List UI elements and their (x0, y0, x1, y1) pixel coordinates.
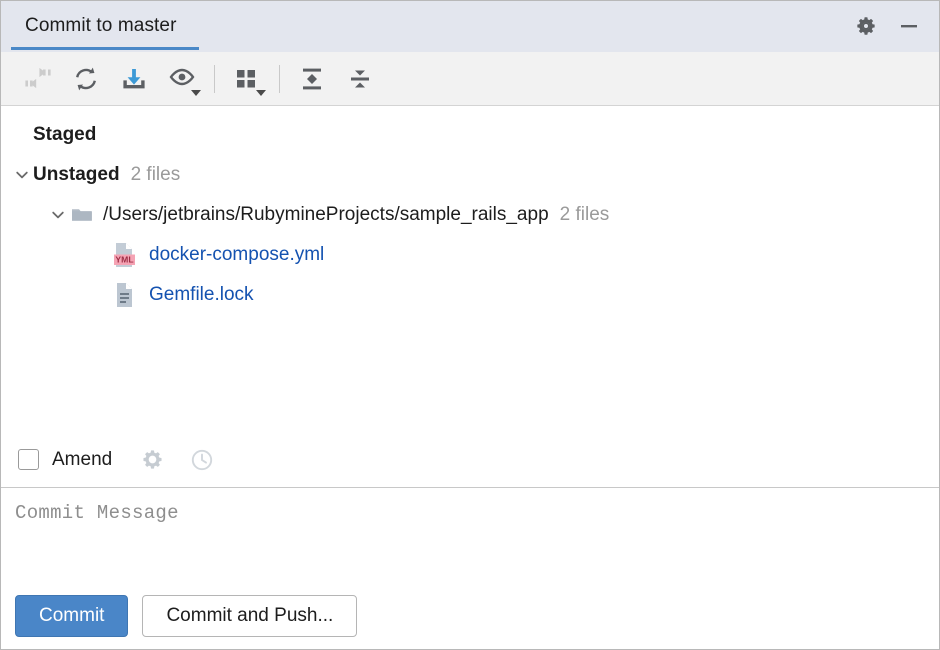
collapse-arrows-icon[interactable] (14, 59, 62, 99)
title-bar-actions (855, 1, 939, 50)
svg-text:YML: YML (115, 255, 133, 265)
changes-tree[interactable]: Staged Unstaged 2 files /Users/jetbrains… (1, 106, 939, 431)
tree-node-file-label[interactable]: docker-compose.yml (149, 244, 324, 266)
tree-node-folder-count: 2 files (559, 204, 610, 225)
tree-node-staged[interactable]: Staged (1, 115, 939, 155)
chevron-down-icon[interactable] (47, 204, 69, 226)
title-bar: Commit to master (1, 1, 939, 52)
commit-message-input[interactable]: Commit Message (15, 502, 923, 524)
chevron-down-icon[interactable] (11, 164, 33, 186)
folder-icon (71, 204, 95, 226)
eye-icon[interactable] (158, 59, 206, 99)
yml-file-icon: YML (113, 241, 139, 269)
commit-and-push-button[interactable]: Commit and Push... (142, 595, 358, 637)
amend-actions (141, 448, 214, 472)
chevron-down-icon (191, 89, 201, 96)
tree-node-folder-path: /Users/jetbrains/RubymineProjects/sample… (103, 204, 549, 225)
text-file-icon (113, 281, 139, 309)
tree-node-file-label[interactable]: Gemfile.lock (149, 284, 254, 306)
tree-node-unstaged-count: 2 files (130, 164, 181, 185)
clock-icon[interactable] (190, 448, 214, 472)
gear-icon[interactable] (855, 15, 877, 37)
toolbar-separator (279, 64, 280, 93)
gear-icon[interactable] (141, 448, 164, 471)
amend-checkbox[interactable] (18, 449, 39, 470)
tree-node-file[interactable]: Gemfile.lock (1, 275, 939, 315)
tree-node-folder[interactable]: /Users/jetbrains/RubymineProjects/sample… (1, 195, 939, 235)
tree-node-staged-label: Staged (33, 124, 97, 145)
button-row: Commit Commit and Push... (15, 595, 923, 649)
tree-node-file[interactable]: YML docker-compose.yml (1, 235, 939, 275)
commit-message-pane: Commit Message Commit Commit and Push... (1, 487, 939, 649)
commit-button[interactable]: Commit (15, 595, 129, 637)
minimize-icon[interactable] (898, 15, 920, 37)
tab-label: Commit to master (25, 14, 177, 36)
amend-label[interactable]: Amend (52, 449, 112, 471)
tree-node-unstaged-label: Unstaged (33, 164, 120, 185)
amend-bar: Amend (1, 431, 939, 487)
tree-node-unstaged[interactable]: Unstaged 2 files (1, 155, 939, 195)
toolbar-separator (214, 64, 215, 93)
expand-all-icon[interactable] (288, 59, 336, 99)
tab-commit-to-master[interactable]: Commit to master (1, 1, 199, 50)
refresh-icon[interactable] (62, 59, 110, 99)
commit-tool-window: Commit to master Staged Unstaged 2 files… (0, 0, 940, 650)
toolbar (1, 52, 939, 106)
collapse-all-icon[interactable] (336, 59, 384, 99)
group-by-icon[interactable] (223, 59, 271, 99)
download-icon[interactable] (110, 59, 158, 99)
title-bar-spacer (199, 1, 855, 50)
tab-active-underline (11, 47, 199, 50)
chevron-down-icon (256, 89, 266, 96)
